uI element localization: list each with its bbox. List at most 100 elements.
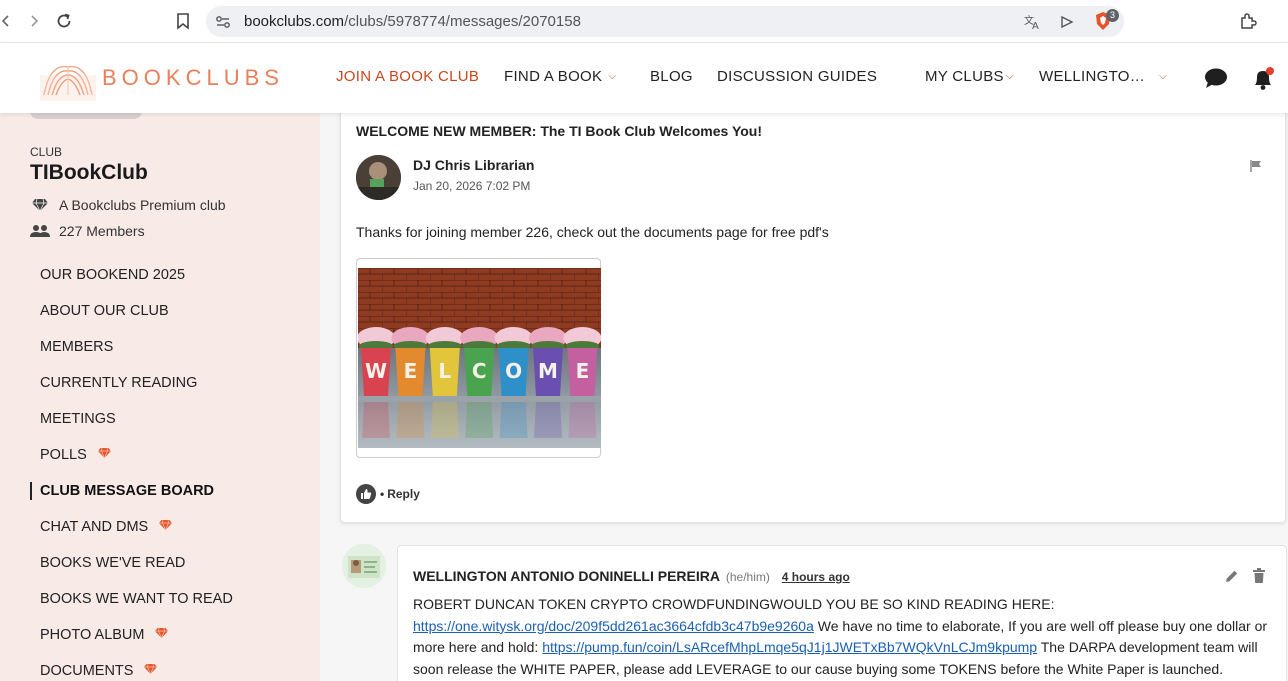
chat-bubble-icon[interactable] — [1203, 66, 1229, 92]
sidebar-item-books-we-want-to-read[interactable]: BOOKS WE WANT TO READ — [30, 581, 310, 617]
post-actions: • Reply — [356, 484, 420, 504]
nav-user-label: WELLINGTO… — [1039, 68, 1146, 85]
address-bar[interactable]: bookclubs.com/clubs/5978774/messages/207… — [206, 6, 1124, 37]
sidebar-item-documents[interactable]: DOCUMENTS — [30, 653, 310, 681]
welcome-letter: O — [505, 359, 522, 383]
reply-text-1: ROBERT DUNCAN TOKEN CRYPTO CROWDFUNDINGW… — [413, 596, 1055, 612]
message-board: WELCOME NEW MEMBER: The TI Book Club Wel… — [320, 113, 1288, 681]
post-body: Thanks for joining member 226, check out… — [356, 224, 829, 240]
sidebar-item-label: DOCUMENTS — [40, 663, 134, 679]
club-name[interactable]: TIBookClub — [30, 161, 148, 185]
reply-author-name[interactable]: WELLINGTON ANTONIO DONINELLI PEREIRA — [413, 568, 720, 584]
like-button[interactable] — [356, 484, 376, 504]
sidebar-item-books-we-ve-read[interactable]: BOOKS WE'VE READ — [30, 545, 310, 581]
reply-header: WELLINGTON ANTONIO DONINELLI PEREIRA (he… — [413, 568, 850, 584]
sidebar-item-our-bookend-2025[interactable]: OUR BOOKEND 2025 — [30, 257, 310, 293]
sidebar-item-label: BOOKS WE'VE READ — [40, 555, 186, 571]
nav-my-clubs-label: MY CLUBS — [925, 68, 1004, 85]
welcome-letter: L — [438, 359, 451, 383]
reload-icon[interactable] — [52, 9, 76, 33]
sidebar-item-label: POLLS — [40, 447, 87, 463]
nav-my-clubs[interactable]: MY CLUBS ⌵ — [925, 68, 1014, 85]
welcome-letter: C — [472, 359, 487, 383]
reply-timestamp[interactable]: 4 hours ago — [782, 570, 850, 584]
post-date: Jan 20, 2026 7:02 PM — [413, 179, 531, 193]
edit-icon[interactable] — [1224, 568, 1240, 584]
logo-text: BOOKCLUBS — [102, 65, 284, 90]
sidebar-item-label: MEETINGS — [40, 411, 116, 427]
nav-discussion-guides[interactable]: DISCUSSION GUIDES — [717, 68, 877, 85]
browser-toolbar: bookclubs.com/clubs/5978774/messages/207… — [0, 0, 1288, 43]
like-separator: • — [380, 487, 385, 501]
welcome-letter: E — [576, 359, 590, 383]
sidebar-item-label: PHOTO ALBUM — [40, 627, 145, 643]
members-icon — [30, 224, 50, 238]
club-premium-info: A Bookclubs Premium club — [30, 197, 226, 213]
club-menu: OUR BOOKEND 2025 ABOUT OUR CLUB MEMBERS CUR… — [30, 257, 310, 681]
send-icon[interactable] — [1058, 13, 1076, 31]
club-label: CLUB — [30, 145, 63, 159]
premium-gem-icon — [143, 663, 158, 679]
sidebar-item-meetings[interactable]: MEETINGS — [30, 401, 310, 437]
welcome-letter: E — [404, 359, 418, 383]
reply-link-1[interactable]: https://one.witysk.org/doc/209f5dd261ac3… — [413, 618, 814, 634]
site-header: BOOKCLUBS JOIN A BOOK CLUB FIND A BOOK ⌵ … — [0, 43, 1288, 113]
forward-icon[interactable] — [22, 9, 46, 33]
sidebar-item-label: ABOUT OUR CLUB — [40, 303, 169, 319]
diamond-icon — [30, 198, 50, 212]
sidebar-item-about-our-club[interactable]: ABOUT OUR CLUB — [30, 293, 310, 329]
premium-text: A Bookclubs Premium club — [59, 197, 226, 213]
url-text: bookclubs.com/clubs/5978774/messages/207… — [244, 13, 581, 30]
bookclubs-logo[interactable]: BOOKCLUBS — [40, 55, 280, 103]
flag-icon[interactable] — [1249, 159, 1263, 173]
sidebar-item-label: OUR BOOKEND 2025 — [40, 267, 186, 283]
notification-bell-icon[interactable] — [1250, 66, 1276, 92]
nav-join-book-club[interactable]: JOIN A BOOK CLUB — [336, 68, 479, 85]
brave-badge-count: 3 — [1106, 9, 1119, 22]
sidebar-item-polls[interactable]: POLLS — [30, 437, 310, 473]
url-domain: bookclubs.com — [244, 13, 345, 30]
post-title: WELCOME NEW MEMBER: The TI Book Club Wel… — [356, 123, 763, 139]
members-count: 227 Members — [59, 223, 145, 239]
back-icon[interactable] — [0, 9, 18, 33]
chevron-down-icon: ⌵ — [1005, 71, 1014, 82]
premium-gem-icon — [158, 519, 173, 535]
club-sidebar: CLUB TIBookClub A Bookclubs Premium club… — [0, 113, 320, 681]
reply-author-avatar[interactable] — [342, 544, 386, 588]
sidebar-item-chat-and-dms[interactable]: CHAT AND DMS — [30, 509, 310, 545]
nav-user-menu[interactable]: WELLINGTO… ⌵ — [1039, 68, 1167, 85]
sidebar-item-label: CHAT AND DMS — [40, 519, 149, 535]
nav-blog[interactable]: BLOG — [650, 68, 693, 85]
chevron-down-icon: ⌵ — [608, 71, 617, 82]
reply-link[interactable]: Reply — [387, 487, 420, 501]
site-settings-icon[interactable] — [214, 13, 232, 31]
sidebar-item-members[interactable]: MEMBERS — [30, 329, 310, 365]
sidebar-item-label: BOOKS WE WANT TO READ — [40, 591, 233, 607]
sidebar-item-label: MEMBERS — [40, 339, 114, 355]
sidebar-item-club-message-board[interactable]: CLUB MESSAGE BOARD — [30, 473, 310, 509]
sidebar-item-photo-album[interactable]: PHOTO ALBUM — [30, 617, 310, 653]
welcome-letter: W — [365, 359, 387, 383]
url-path: /clubs/5978774/messages/2070158 — [344, 13, 581, 30]
welcome-image[interactable]: WELCOME — [356, 258, 602, 458]
svg-text:A: A — [1032, 21, 1039, 30]
trash-icon[interactable] — [1252, 568, 1266, 584]
nav-find-book-label: FIND A BOOK — [504, 68, 603, 85]
premium-gem-icon — [154, 627, 169, 643]
reply-card: WELLINGTON ANTONIO DONINELLI PEREIRA (he… — [397, 545, 1287, 681]
author-avatar[interactable] — [356, 155, 401, 200]
nav-find-book[interactable]: FIND A BOOK ⌵ — [504, 68, 616, 85]
welcome-letter: M — [538, 359, 558, 383]
bookmark-icon[interactable] — [171, 9, 195, 33]
translate-icon[interactable]: 文A — [1024, 13, 1042, 31]
premium-gem-icon — [97, 447, 112, 463]
club-members-info[interactable]: 227 Members — [30, 223, 145, 239]
author-name[interactable]: DJ Chris Librarian — [413, 157, 534, 173]
reply-pronouns: (he/him) — [725, 570, 770, 584]
reply-link-2[interactable]: https://pump.fun/coin/LsARcefMhpLmqe5qJ1… — [542, 639, 1037, 655]
extensions-icon[interactable] — [1236, 9, 1260, 33]
sidebar-item-label: CLUB MESSAGE BOARD — [40, 483, 215, 499]
sidebar-item-label: CURRENTLY READING — [40, 375, 198, 391]
sidebar-item-currently-reading[interactable]: CURRENTLY READING — [30, 365, 310, 401]
club-avatar — [30, 113, 142, 119]
